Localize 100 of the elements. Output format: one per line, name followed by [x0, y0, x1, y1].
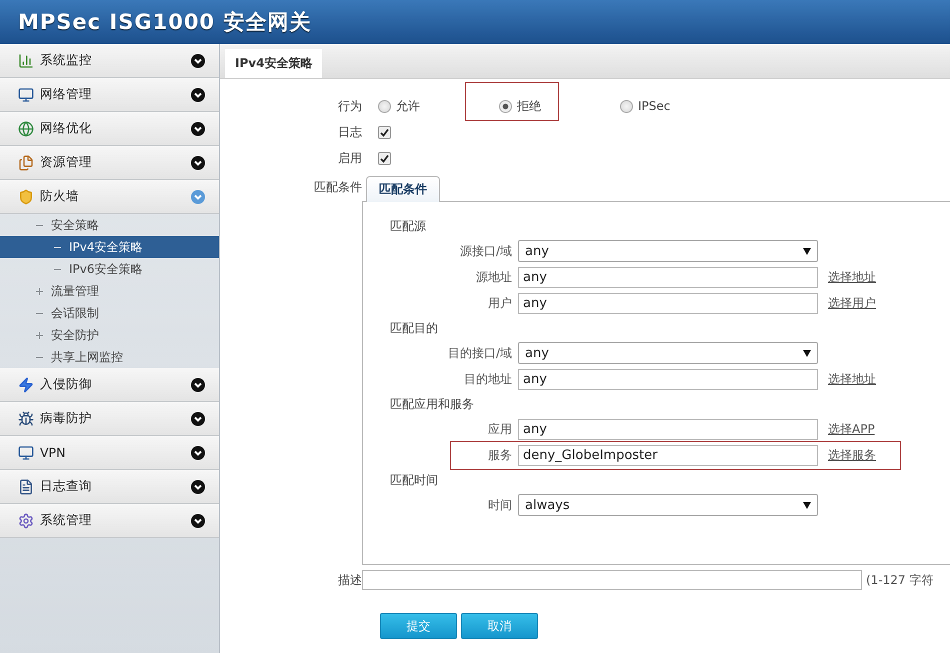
expand-icon[interactable]	[191, 378, 205, 392]
radio-button[interactable]	[620, 100, 633, 112]
sidebar-subitem[interactable]: 安全策略	[0, 214, 219, 236]
field-label: 用户	[487, 294, 512, 312]
menu-label: 日志查询	[40, 478, 93, 495]
field-label: 目的接口/域	[446, 344, 512, 362]
sidebar-subitem[interactable]: 共享上网监控	[0, 346, 219, 368]
subitem-label: IPv4安全策略	[69, 238, 143, 256]
field-label: 启用	[337, 150, 362, 166]
sidebar-item[interactable]: 入侵防御	[0, 368, 219, 402]
expand-icon[interactable]	[191, 54, 205, 68]
input-field[interactable]: any	[518, 266, 818, 288]
shield-icon	[18, 188, 34, 204]
sidebar-subitem[interactable]: IPv4安全策略	[0, 236, 219, 258]
menu-label: 防火墙	[40, 188, 80, 205]
dropdown[interactable]: always	[518, 494, 818, 516]
tab[interactable]: IPv4安全策略	[225, 49, 322, 78]
gear-icon	[18, 512, 34, 528]
menu-label: 病毒防护	[40, 410, 93, 427]
radio-option[interactable]: 允许	[378, 94, 420, 118]
sidebar-item[interactable]: 网络优化	[0, 112, 219, 146]
menu-label: 系统监控	[40, 52, 93, 69]
sidebar-item[interactable]: VPN	[0, 436, 219, 470]
sidebar-item[interactable]: 防火墙	[0, 180, 219, 214]
dropdown[interactable]: any	[518, 240, 818, 262]
subitem-label: 安全策略	[51, 216, 99, 234]
field-label: 匹配条件	[313, 179, 362, 196]
length-hint: (1-127 字符	[866, 572, 934, 588]
sidebar-subitem[interactable]: 会话限制	[0, 302, 219, 324]
input-field[interactable]	[362, 570, 862, 590]
section-title: 匹配应用和服务	[389, 396, 475, 412]
dropdown-arrow-icon	[803, 248, 811, 254]
bar-chart-icon	[18, 52, 34, 68]
field-label: 行为	[337, 98, 362, 114]
expand-icon[interactable]	[191, 514, 205, 528]
globe-icon	[18, 120, 34, 136]
menu-label: 网络管理	[40, 86, 93, 103]
menu-label: 网络优化	[40, 120, 93, 137]
subitem-label: 共享上网监控	[51, 348, 123, 366]
radio-button[interactable]	[378, 100, 391, 112]
expand-icon[interactable]	[191, 156, 205, 170]
section-title: 匹配时间	[389, 472, 439, 488]
subitem-label: 流量管理	[51, 282, 99, 300]
field-label: 源地址	[475, 268, 512, 286]
input-field[interactable]: any	[518, 418, 818, 440]
document-icon	[18, 478, 34, 494]
computer-icon	[18, 86, 34, 102]
select-link[interactable]: 选择APP	[828, 420, 875, 438]
tab[interactable]: 匹配条件	[366, 176, 440, 202]
dropdown[interactable]: any	[518, 342, 818, 364]
select-link[interactable]: 选择地址	[828, 370, 876, 388]
select-link[interactable]: 选择用户	[828, 294, 876, 312]
sidebar-item[interactable]: 日志查询	[0, 470, 219, 504]
collapse-icon[interactable]	[191, 190, 205, 204]
sidebar-item[interactable]: 网络管理	[0, 78, 219, 112]
sidebar-item[interactable]: 系统管理	[0, 504, 219, 538]
expand-icon[interactable]	[191, 412, 205, 426]
menu-label: 系统管理	[40, 512, 93, 529]
sidebar-item[interactable]: 系统监控	[0, 44, 219, 78]
section-title: 匹配源	[389, 218, 427, 234]
input-field[interactable]: any	[518, 292, 818, 314]
subitem-label: IPv6安全策略	[69, 260, 143, 278]
radio-option[interactable]: 拒绝	[499, 94, 541, 118]
field-label: 源接口/域	[458, 242, 512, 260]
select-link[interactable]: 选择服务	[828, 446, 876, 464]
product-title: MPSec ISG1000 安全网关	[18, 9, 312, 36]
radio-button[interactable]	[499, 100, 512, 112]
expand-icon[interactable]	[191, 446, 205, 460]
bug-icon	[18, 410, 34, 426]
dropdown-arrow-icon	[803, 350, 811, 356]
radio-option[interactable]: IPSec	[620, 94, 670, 118]
select-link[interactable]: 选择地址	[828, 268, 876, 286]
input-field[interactable]: any	[518, 368, 818, 390]
checkbox[interactable]	[378, 152, 391, 164]
expand-icon[interactable]	[191, 88, 205, 102]
section-title: 匹配目的	[389, 320, 439, 336]
subitem-label: 会话限制	[51, 304, 99, 322]
menu-label: VPN	[40, 445, 66, 460]
expand-icon[interactable]	[191, 480, 205, 494]
lightning-icon	[18, 376, 34, 392]
sidebar-item[interactable]: 资源管理	[0, 146, 219, 180]
documents-icon	[18, 154, 34, 170]
sidebar-item[interactable]: 病毒防护	[0, 402, 219, 436]
sidebar-subitem[interactable]: 安全防护	[0, 324, 219, 346]
checkbox[interactable]	[378, 126, 391, 138]
input-field[interactable]: deny_GlobeImposter	[518, 444, 818, 466]
field-label: 描述	[337, 572, 362, 588]
dropdown-arrow-icon	[803, 502, 811, 508]
computer-icon	[18, 444, 34, 460]
menu-label: 资源管理	[40, 154, 93, 171]
subitem-label: 安全防护	[51, 326, 99, 344]
expand-icon[interactable]	[191, 122, 205, 136]
field-label: 应用	[487, 420, 512, 438]
field-label: 服务	[487, 446, 512, 464]
sidebar-subitem[interactable]: 流量管理	[0, 280, 219, 302]
field-label: 日志	[337, 124, 362, 140]
field-label: 目的地址	[463, 370, 512, 388]
sidebar-subitem[interactable]: IPv6安全策略	[0, 258, 219, 280]
menu-label: 入侵防御	[40, 376, 93, 393]
field-label: 时间	[487, 496, 512, 514]
